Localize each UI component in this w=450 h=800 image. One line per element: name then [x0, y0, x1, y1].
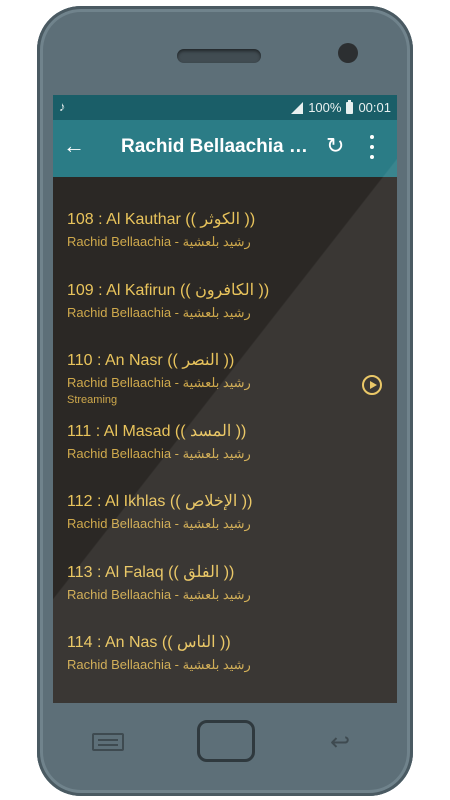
track-title: 114 : An Nas (( الناس )) — [67, 634, 231, 651]
track-title: 110 : An Nasr (( النصر )) — [67, 352, 235, 369]
track-title: 113 : Al Falaq (( الفلق )) — [67, 564, 235, 581]
list-item[interactable]: 109 : Al Kafirun (( الكافرون )) Rachid B… — [67, 280, 387, 321]
app-bar: ← Rachid Bellaachia - ... ↻ — [53, 120, 397, 177]
track-title: 112 : Al Ikhlas (( الإخلاص )) — [67, 493, 253, 510]
list-item[interactable]: 110 : An Nasr (( النصر )) Rachid Bellaac… — [67, 350, 387, 406]
streaming-status: Streaming — [67, 394, 118, 406]
track-artist: Rachid Bellaachia - رشيد بلعشية — [67, 234, 251, 249]
play-icon[interactable] — [362, 375, 382, 395]
status-right: 100% 00:01 — [291, 99, 391, 115]
back-arrow-icon[interactable]: ← — [63, 133, 85, 159]
music-note-icon: ♪ — [59, 99, 66, 114]
track-artist: Rachid Bellaachia - رشيد بلعشية — [67, 375, 251, 390]
list-item[interactable]: 112 : Al Ikhlas (( الإخلاص )) Rachid Bel… — [67, 491, 387, 532]
track-title: 109 : Al Kafirun (( الكافرون )) — [67, 282, 270, 299]
home-button[interactable] — [197, 720, 255, 762]
track-title: 108 : Al Kauthar (( الكوثر )) — [67, 211, 256, 228]
list-item[interactable]: 114 : An Nas (( الناس )) Rachid Bellaach… — [67, 632, 387, 673]
phone-camera — [338, 43, 358, 63]
refresh-icon[interactable]: ↻ — [326, 133, 344, 159]
status-bar: ♪ 100% 00:01 — [53, 95, 397, 120]
list-item[interactable]: 108 : Al Kauthar (( الكوثر )) Rachid Bel… — [67, 209, 387, 250]
clock: 00:01 — [358, 100, 391, 115]
track-artist: Rachid Bellaachia - رشيد بلعشية — [67, 305, 251, 320]
menu-icon[interactable] — [92, 733, 124, 751]
battery-percent: 100% — [308, 100, 342, 115]
list-item[interactable]: 111 : Al Masad (( المسد )) Rachid Bellaa… — [67, 421, 387, 462]
return-icon[interactable]: ↩ — [330, 728, 350, 757]
more-vert-icon[interactable] — [369, 135, 375, 159]
phone-speaker — [177, 49, 261, 63]
track-artist: Rachid Bellaachia - رشيد بلعشية — [67, 657, 251, 672]
list-item[interactable]: 113 : Al Falaq (( الفلق )) Rachid Bellaa… — [67, 562, 387, 603]
track-title: 111 : Al Masad (( المسد )) — [67, 423, 247, 440]
track-artist: Rachid Bellaachia - رشيد بلعشية — [67, 516, 251, 531]
track-artist: Rachid Bellaachia - رشيد بلعشية — [67, 446, 251, 461]
battery-icon — [346, 99, 354, 114]
page-title: Rachid Bellaachia - ... — [121, 136, 311, 157]
signal-icon — [291, 101, 304, 114]
screen: ♪ 100% 00:01 ← Rachid Bellaachia - ... ↻… — [53, 95, 397, 703]
track-artist: Rachid Bellaachia - رشيد بلعشية — [67, 587, 251, 602]
